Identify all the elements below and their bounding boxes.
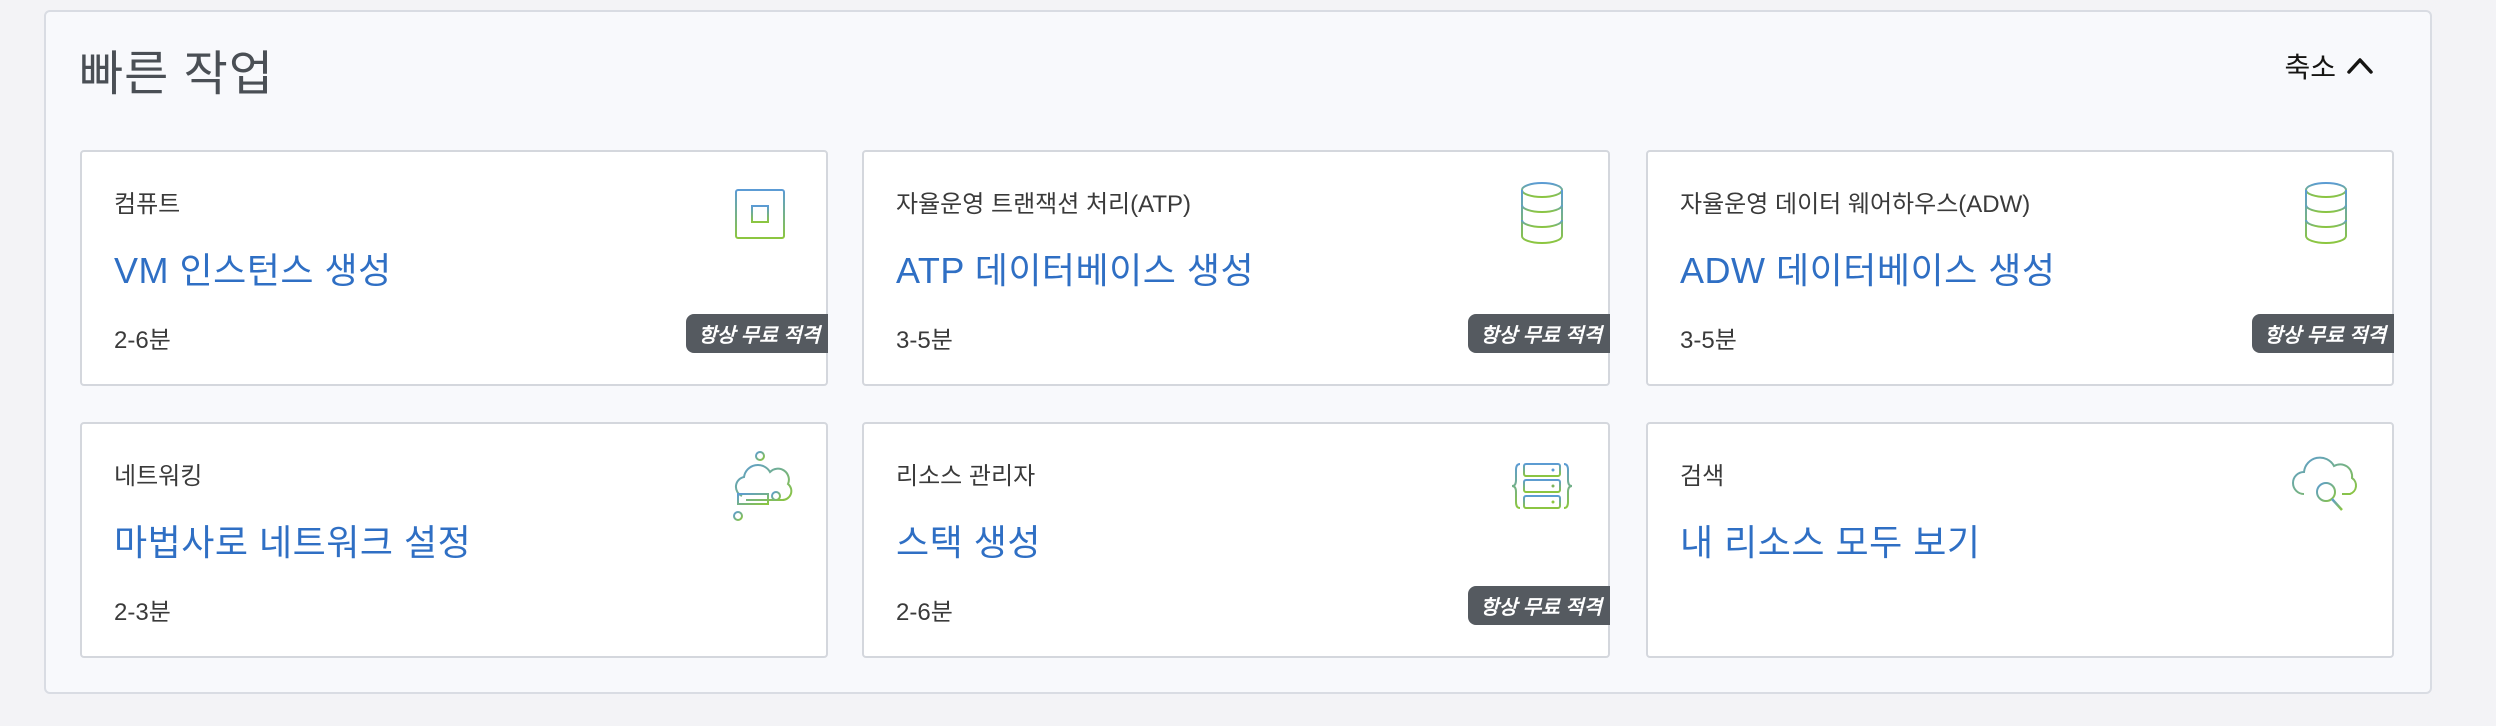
quick-action-card-atp[interactable]: 자율운영 트랜잭션 처리(ATP) ATP 데이터베이스 생성 3-5분 항상 … [862,150,1610,386]
quick-action-card-adw[interactable]: 자율운영 데이터 웨어하우스(ADW) ADW 데이터베이스 생성 3-5분 항… [1646,150,2394,386]
card-action-link[interactable]: VM 인스턴스 생성 [114,242,392,294]
always-free-badge: 항상 무료 적격 [686,314,828,353]
database-icon [2290,178,2362,250]
card-category: 검색 [1680,463,1725,490]
cpu-chip-icon [724,178,796,250]
database-icon [1506,178,1578,250]
always-free-badge: 항상 무료 적격 [1468,586,1610,625]
card-action-link[interactable]: 마법사로 네트워크 설정 [114,514,471,566]
card-duration: 2-3분 [114,599,171,626]
card-duration: 3-5분 [896,327,953,354]
always-free-badge: 항상 무료 적격 [1468,314,1610,353]
card-action-link[interactable]: 스택 생성 [896,514,1041,566]
card-action-link[interactable]: ADW 데이터베이스 생성 [1680,242,2055,294]
card-category: 네트워킹 [114,463,203,490]
quick-action-card-networking[interactable]: 네트워킹 마법사로 네트워크 설정 2-3분 [80,422,828,658]
panel-title: 빠른 작업 [79,48,274,101]
card-category: 자율운영 트랜잭션 처리(ATP) [896,191,1192,218]
card-category: 리소스 관리자 [896,463,1036,490]
cloud-search-icon [2290,450,2362,522]
stack-icon [1506,450,1578,522]
quick-action-card-compute[interactable]: 컴퓨트 VM 인스턴스 생성 2-6분 항상 무료 적격 [80,150,828,386]
cloud-network-icon [724,450,796,522]
always-free-badge: 항상 무료 적격 [2252,314,2394,353]
card-duration: 2-6분 [896,599,953,626]
card-action-link[interactable]: 내 리소스 모두 보기 [1680,514,1980,566]
card-category: 컴퓨트 [114,191,181,218]
card-action-link[interactable]: ATP 데이터베이스 생성 [896,242,1254,294]
card-duration: 2-6분 [114,327,171,354]
quick-action-card-resource-manager[interactable]: 리소스 관리자 스택 생성 2-6분 항상 무료 적격 [862,422,1610,658]
chevron-up-icon [2346,52,2374,80]
card-duration: 3-5분 [1680,327,1737,354]
quick-action-card-search[interactable]: 검색 내 리소스 모두 보기 [1646,422,2394,658]
collapse-button[interactable]: 축소 [2284,46,2374,86]
collapse-label: 축소 [2284,52,2336,83]
card-category: 자율운영 데이터 웨어하우스(ADW) [1680,191,2031,218]
